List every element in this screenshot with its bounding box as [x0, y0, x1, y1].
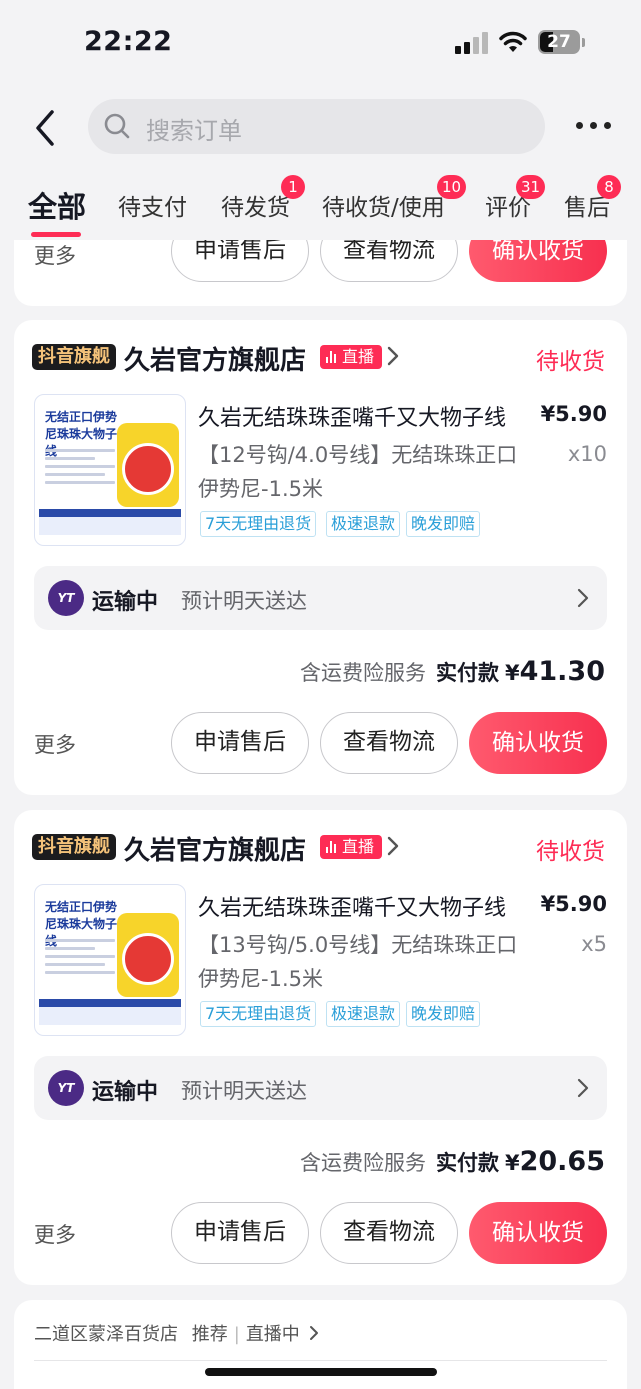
- tab-badge-pending-receipt: 10: [437, 175, 467, 199]
- battery-cap: [582, 38, 585, 47]
- view-logistics-button[interactable]: 查看物流: [320, 240, 458, 282]
- after-sale-button[interactable]: 申请售后: [171, 240, 309, 282]
- currency-symbol: ¥: [504, 1151, 520, 1175]
- product-price: ¥5.90: [540, 892, 607, 916]
- divider: [34, 1360, 607, 1361]
- live-badge[interactable]: 直播: [320, 835, 382, 859]
- recommend-live: 直播中: [245, 1324, 300, 1345]
- order-status: 待收货: [536, 839, 605, 865]
- confirm-receipt-button[interactable]: 确认收货: [469, 712, 607, 774]
- live-label: 直播: [342, 347, 375, 366]
- order-status: 待收货: [536, 349, 605, 375]
- logistics-status: 运输中: [92, 1080, 159, 1105]
- brand-flagship-tag: 抖音旗舰: [32, 834, 116, 860]
- logistics-row[interactable]: YT 运输中 预计明天送达: [34, 1056, 607, 1120]
- more-link[interactable]: 更多: [34, 240, 76, 270]
- more-link[interactable]: 更多: [34, 1219, 76, 1249]
- tab-badge-review: 31: [516, 175, 546, 199]
- live-badge[interactable]: 直播: [320, 345, 382, 369]
- battery-level: 27: [547, 32, 571, 52]
- chevron-right-icon[interactable]: [386, 344, 400, 368]
- tab-badge-pending-shipment: 1: [281, 175, 305, 199]
- insurance-label: 含运费险服务: [299, 1151, 426, 1175]
- chevron-right-icon: [577, 1078, 589, 1098]
- view-logistics-button[interactable]: 查看物流: [320, 712, 458, 774]
- chevron-right-icon[interactable]: [386, 834, 400, 858]
- insurance-label: 含运费险服务: [299, 661, 426, 685]
- shop-name[interactable]: 久岩官方旗舰店: [124, 340, 306, 377]
- chevron-left-icon[interactable]: [30, 108, 60, 148]
- yto-logo-icon: YT: [48, 1070, 84, 1106]
- order-card: 抖音旗舰 久岩官方旗舰店 直播 待收货 无结正口伊势尼珠珠大物子线 久岩无结珠珠…: [14, 810, 627, 1285]
- paid-label: 实付款: [435, 661, 499, 685]
- service-tag: 7天无理由退货: [200, 1001, 317, 1027]
- after-sale-button[interactable]: 申请售后: [171, 1202, 309, 1264]
- battery-icon: 27: [538, 30, 580, 54]
- product-thumbnail[interactable]: 无结正口伊势尼珠珠大物子线: [34, 394, 186, 546]
- search-bar[interactable]: 搜索订单: [88, 99, 545, 154]
- product-title[interactable]: 久岩无结珠珠歪嘴千又大物子线: [198, 890, 513, 922]
- cellular-signal-icon: [455, 32, 489, 54]
- product-spec: 【12号钩/4.0号线】无结珠珠正口伊势尼-1.5米: [198, 443, 518, 501]
- recommend-label: 推荐: [191, 1324, 228, 1345]
- payment-summary: 含运费险服务 实付款 ¥41.30: [300, 656, 605, 687]
- service-tag: 7天无理由退货: [200, 511, 317, 537]
- brand-flagship-tag: 抖音旗舰: [32, 344, 116, 370]
- logistics-row[interactable]: YT 运输中 预计明天送达: [34, 566, 607, 630]
- search-input[interactable]: 搜索订单: [146, 111, 242, 146]
- search-icon: [104, 113, 130, 139]
- product-spec: 【13号钩/5.0号线】无结珠珠正口伊势尼-1.5米: [198, 933, 518, 991]
- order-card: 抖音旗舰 久岩官方旗舰店 直播 待收货 无结正口伊势尼珠珠大物子线 久岩无结珠珠…: [14, 320, 627, 795]
- paid-label: 实付款: [435, 1151, 499, 1175]
- live-bars-icon: [326, 351, 338, 363]
- recommend-shop: 二道区蒙泽百货店: [34, 1324, 178, 1345]
- logistics-status: 运输中: [92, 590, 159, 615]
- logistics-eta: 预计明天送达: [181, 589, 307, 613]
- tab-pending-payment[interactable]: 待支付: [118, 188, 187, 222]
- service-tag: 晚发即赔: [406, 1001, 481, 1027]
- service-tag: 极速退款: [326, 511, 401, 537]
- home-indicator[interactable]: [205, 1368, 437, 1376]
- live-label: 直播: [342, 837, 375, 856]
- more-dots-icon[interactable]: [574, 122, 614, 130]
- chevron-right-icon: [309, 1326, 318, 1340]
- service-tag: 晚发即赔: [406, 511, 481, 537]
- tab-badge-after-sales: 8: [597, 175, 621, 199]
- currency-symbol: ¥: [504, 661, 520, 685]
- status-bar: 22:22 27: [0, 0, 641, 88]
- yto-logo-icon: YT: [48, 580, 84, 616]
- more-link[interactable]: 更多: [34, 729, 76, 759]
- logistics-eta: 预计明天送达: [181, 1079, 307, 1103]
- shop-name[interactable]: 久岩官方旗舰店: [124, 830, 306, 867]
- product-quantity: x5: [581, 932, 607, 956]
- view-logistics-button[interactable]: 查看物流: [320, 1202, 458, 1264]
- order-card-partial: 更多 申请售后 查看物流 确认收货: [14, 240, 627, 306]
- tab-all[interactable]: 全部: [28, 184, 86, 226]
- paid-amount: 20.65: [519, 1146, 605, 1177]
- service-tag: 极速退款: [326, 1001, 401, 1027]
- product-quantity: x10: [567, 442, 607, 466]
- status-time: 22:22: [84, 26, 173, 57]
- product-title[interactable]: 久岩无结珠珠歪嘴千又大物子线: [198, 400, 513, 432]
- live-bars-icon: [326, 841, 338, 853]
- tab-pending-receipt[interactable]: 待收货/使用: [322, 188, 445, 222]
- tab-active-indicator: [31, 232, 81, 237]
- payment-summary: 含运费险服务 实付款 ¥20.65: [300, 1146, 605, 1177]
- recommend-header[interactable]: 二道区蒙泽百货店 推荐 | 直播中: [34, 1320, 319, 1346]
- wifi-icon: [499, 31, 527, 52]
- product-thumbnail[interactable]: 无结正口伊势尼珠珠大物子线: [34, 884, 186, 1036]
- order-tabs: 全部 待支付 待发货 1 待收货/使用 10 评价 31 售后 8: [0, 168, 641, 240]
- chevron-right-icon: [577, 588, 589, 608]
- tab-pending-shipment[interactable]: 待发货: [221, 188, 290, 222]
- header: 搜索订单: [0, 88, 641, 168]
- product-price: ¥5.90: [540, 402, 607, 426]
- confirm-receipt-button[interactable]: 确认收货: [469, 240, 607, 282]
- confirm-receipt-button[interactable]: 确认收货: [469, 1202, 607, 1264]
- paid-amount: 41.30: [519, 656, 605, 687]
- after-sale-button[interactable]: 申请售后: [171, 712, 309, 774]
